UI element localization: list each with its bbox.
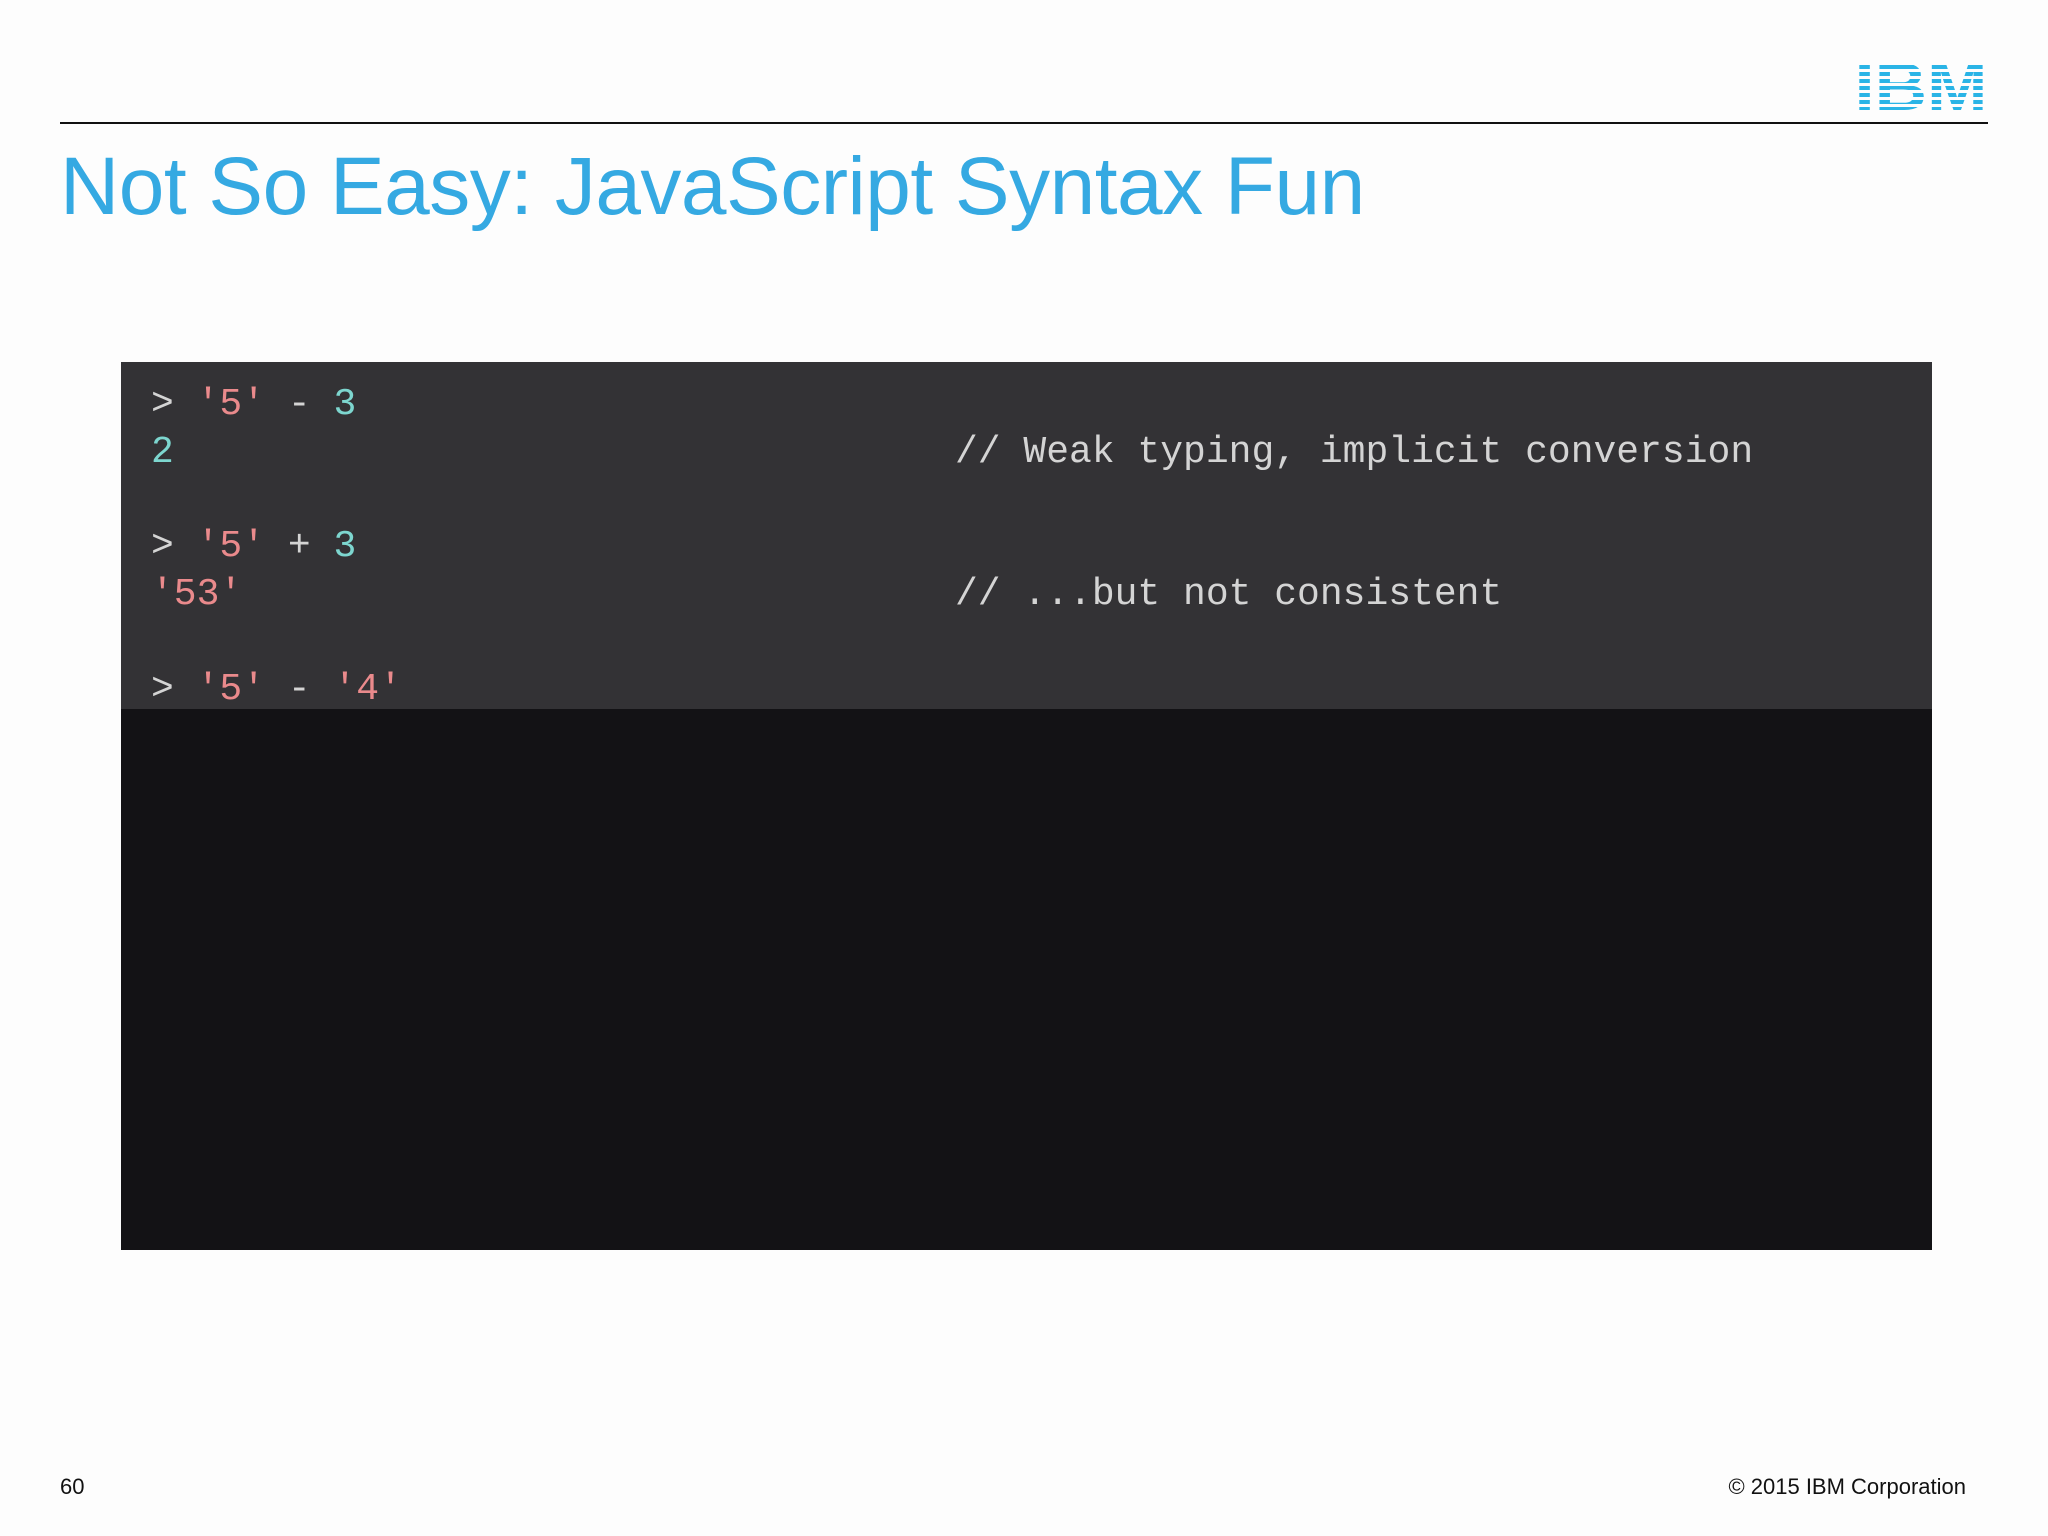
code-result: 2 (151, 431, 174, 474)
ibm-logo: IBM (1855, 58, 1988, 111)
code-visible-area (121, 362, 1932, 709)
slide-title: Not So Easy: JavaScript Syntax Fun (60, 141, 1365, 232)
code-line: > '5' - '4' (151, 668, 402, 711)
code-block: > '5' - 3 2 // Weak typing, implicit con… (121, 362, 1932, 1250)
copyright: © 2015 IBM Corporation (1728, 1474, 1966, 1499)
header-rule (60, 122, 1988, 124)
page-number: 60 (60, 1474, 85, 1499)
code-line: > '5' + 3 (151, 525, 357, 568)
code-line: > '5' - 3 (151, 383, 357, 426)
code-comment: // ...but not consistent (955, 573, 1503, 616)
code-comment: // Weak typing, implicit conversion (955, 431, 1754, 474)
code-result: '53' (151, 573, 243, 616)
